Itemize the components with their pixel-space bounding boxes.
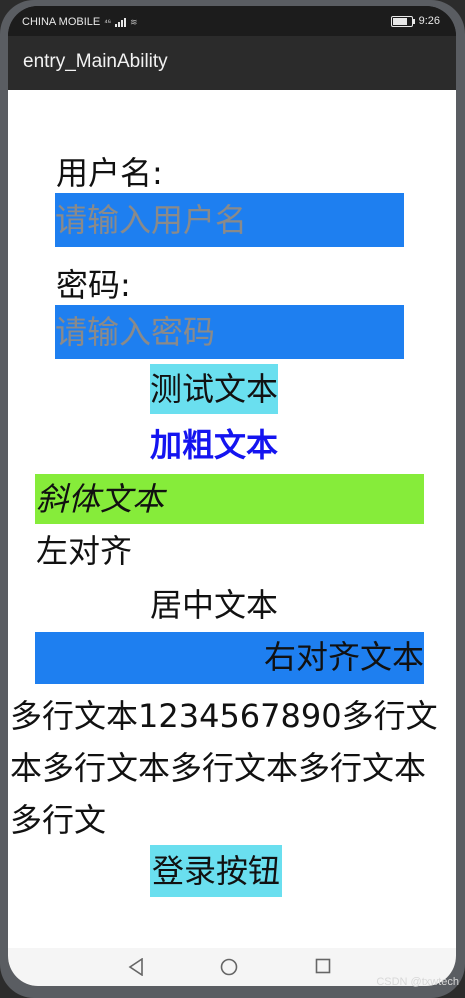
test-text: 测试文本 [150,364,279,414]
italic-text: 斜体文本 [36,480,165,518]
password-label: 密码: [56,266,131,304]
main-content: 用户名: 密码: 测试文本 加粗文本 斜体文本 左对齐 居中文本 右对齐文本 多… [8,90,456,948]
carrier-label: CHINA MOBILE [22,16,101,28]
status-bar: CHINA MOBILE ⁴⁶ ≋ 9:26 [8,6,456,36]
login-button[interactable]: 登录按钮 [150,845,283,897]
app-title: entry_MainAbility [23,51,168,72]
username-input-box[interactable] [55,193,404,247]
username-input[interactable] [55,193,404,247]
right-aligned-box: 右对齐文本 [35,632,424,684]
recents-icon[interactable] [315,958,331,974]
battery-icon [390,15,415,27]
left-aligned-text: 左对齐 [36,532,133,570]
phone-screen: CHINA MOBILE ⁴⁶ ≋ 9:26 entry_MainAbility… [8,6,456,986]
back-icon[interactable] [128,958,144,976]
bold-text: 加粗文本 [150,426,279,464]
password-input-box[interactable] [55,305,404,359]
center-text: 居中文本 [150,586,279,624]
signal-icon [114,17,126,27]
password-input[interactable] [55,305,404,359]
username-label: 用户名: [56,154,163,192]
italic-text-box: 斜体文本 [35,474,424,524]
clock: 9:26 [418,15,440,27]
watermark: CSDN @txwtech [376,976,459,988]
app-title-bar: entry_MainAbility [8,36,456,90]
right-aligned-text: 右对齐文本 [263,638,424,676]
network-type: ⁴⁶ [104,17,111,27]
home-icon[interactable] [220,958,238,976]
wifi-icon: ≋ [129,16,138,27]
multiline-text: 多行文本1234567890多行文本多行文本多行文本多行文本多行文 [10,697,438,839]
